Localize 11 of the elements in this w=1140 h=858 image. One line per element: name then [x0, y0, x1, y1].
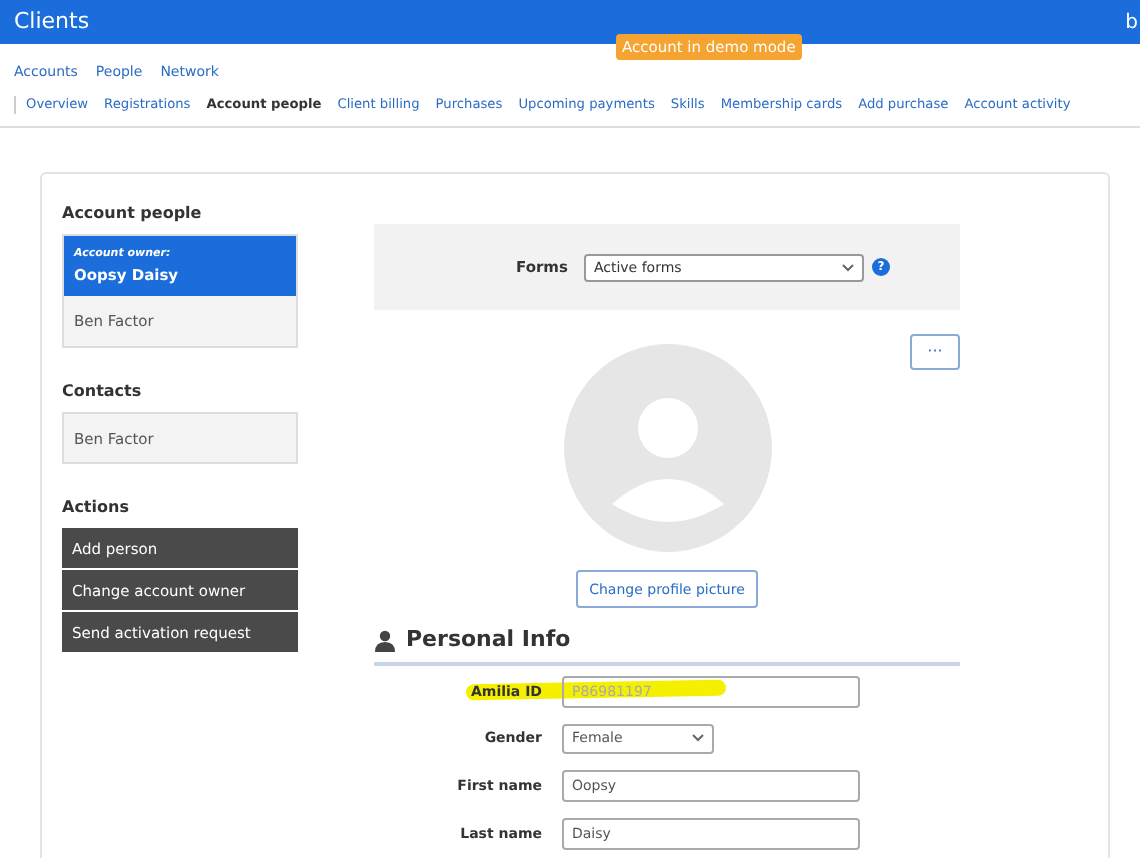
section-title: Personal Info: [406, 624, 571, 657]
person-icon: [374, 630, 396, 653]
page-title: Clients: [14, 5, 90, 38]
chevron-icon: [841, 263, 854, 272]
chevron-icon: [692, 734, 704, 743]
user-menu[interactable]: b: [1125, 7, 1140, 37]
more-button[interactable]: ···: [910, 334, 960, 371]
section-heading: Contacts: [62, 380, 144, 405]
section-heading: Actions: [62, 496, 131, 521]
section-heading: Account people: [62, 202, 204, 227]
avatar-placeholder-icon: [563, 344, 771, 553]
